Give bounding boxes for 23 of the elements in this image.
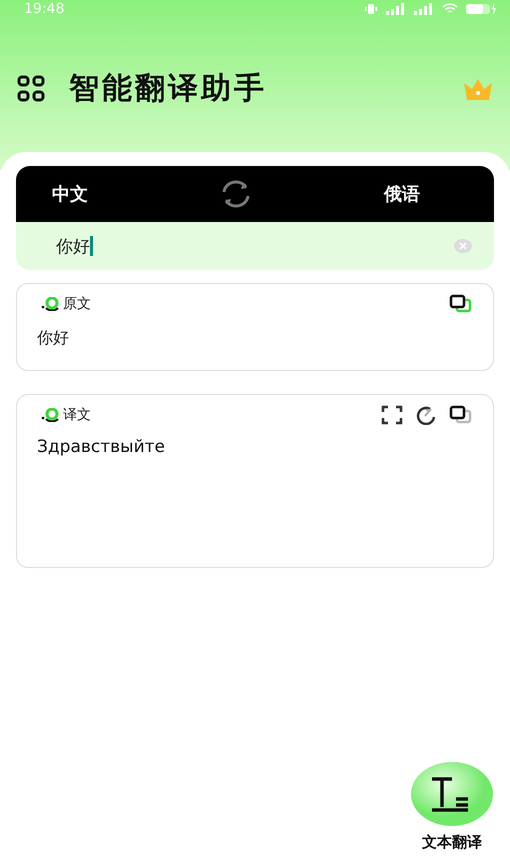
text-translate-icon[interactable]	[410, 761, 494, 827]
app-title: 智能翻译助手	[69, 70, 267, 108]
status-time: 19:48	[24, 1, 64, 17]
vibrate-icon	[364, 3, 378, 15]
card-label: 译文	[63, 406, 91, 424]
bubble-icon	[41, 297, 61, 311]
bubble-icon	[41, 408, 61, 422]
source-text: 你好	[37, 328, 70, 349]
target-language-button[interactable]: 俄语	[378, 178, 426, 210]
card-label: 原文	[63, 295, 91, 313]
battery-icon	[466, 3, 496, 15]
copy-icon[interactable]	[449, 405, 473, 425]
share-icon[interactable]	[415, 405, 437, 425]
wifi-icon	[442, 3, 458, 15]
fab-label: 文本翻译	[422, 833, 482, 852]
fullscreen-icon[interactable]	[381, 405, 403, 425]
source-language-button[interactable]: 中文	[46, 178, 94, 210]
grid-icon[interactable]	[17, 74, 45, 102]
copy-icon[interactable]	[449, 294, 473, 314]
translation-text: Здравствыйте	[37, 437, 166, 457]
signal-icon	[414, 3, 434, 15]
signal-icon	[386, 3, 406, 15]
input-field[interactable]: 你好	[16, 222, 494, 270]
